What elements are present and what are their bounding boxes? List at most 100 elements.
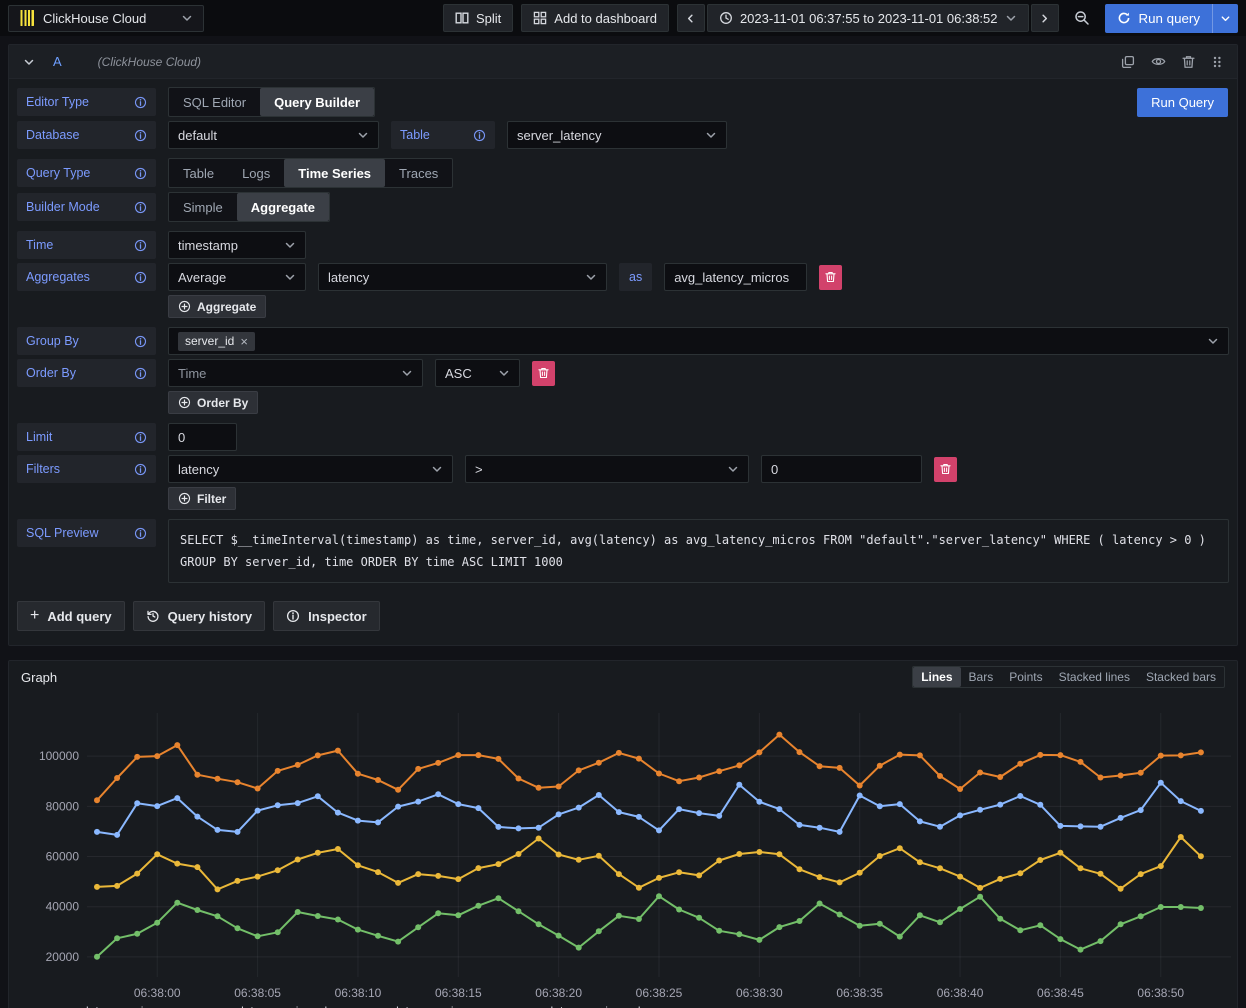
run-query-dropdown-caret[interactable] bbox=[1212, 4, 1238, 33]
split-button[interactable]: Split bbox=[443, 4, 513, 32]
plus-circle-icon bbox=[178, 492, 191, 505]
add-aggregate-button[interactable]: Aggregate bbox=[168, 295, 266, 318]
remove-filter-trash-icon[interactable] bbox=[934, 457, 957, 482]
graph-style-switch-option-stacked-lines[interactable]: Stacked lines bbox=[1051, 667, 1138, 687]
filter-value-input[interactable] bbox=[761, 455, 922, 483]
clickhouse-logo-icon bbox=[19, 10, 35, 26]
editor-type-label: Editor Type bbox=[17, 88, 156, 116]
filter-field-select[interactable]: latency bbox=[168, 455, 453, 483]
legend-label: avg_latency_micros c bbox=[370, 1004, 485, 1008]
aggregate-column-select[interactable]: latency bbox=[318, 263, 607, 291]
query-row-actions bbox=[1121, 54, 1223, 69]
svg-text:06:38:25: 06:38:25 bbox=[636, 986, 683, 1000]
legend-label: avg_latency_micros b bbox=[215, 1004, 331, 1008]
query-datasource-hint: (ClickHouse Cloud) bbox=[98, 55, 201, 69]
zoom-out-icon[interactable] bbox=[1067, 4, 1097, 32]
duplicate-query-icon[interactable] bbox=[1121, 55, 1135, 69]
time-range-picker[interactable]: 2023-11-01 06:37:55 to 2023-11-01 06:38:… bbox=[707, 4, 1029, 32]
info-circle-icon bbox=[286, 609, 300, 623]
editor-run-query-button[interactable]: Run Query bbox=[1137, 88, 1228, 117]
group-by-chip[interactable]: server_id × bbox=[178, 332, 255, 351]
chevron-down-icon bbox=[401, 367, 413, 379]
time-shift-back-button[interactable] bbox=[677, 4, 705, 32]
table-select[interactable]: server_latency bbox=[507, 121, 727, 149]
info-icon[interactable] bbox=[134, 431, 147, 444]
drag-handle-grip-icon[interactable] bbox=[1211, 55, 1223, 69]
query-history-button[interactable]: Query history bbox=[133, 601, 266, 631]
svg-text:06:38:00: 06:38:00 bbox=[134, 986, 181, 1000]
query-type-switch-option-traces[interactable]: Traces bbox=[385, 159, 452, 187]
legend-item-avg_latency_micros-b[interactable]: avg_latency_micros b bbox=[194, 1004, 331, 1008]
group-by-multiselect[interactable]: server_id × bbox=[168, 327, 1229, 355]
hide-query-eye-icon[interactable] bbox=[1151, 54, 1166, 69]
info-icon[interactable] bbox=[134, 96, 147, 109]
grafana-explore-page: ClickHouse Cloud Split Add to dashboard bbox=[0, 0, 1246, 1008]
svg-text:20000: 20000 bbox=[46, 950, 80, 964]
editor-type-switch-option-query-builder[interactable]: Query Builder bbox=[260, 88, 374, 116]
delete-query-trash-icon[interactable] bbox=[1182, 55, 1195, 69]
chart-svg: 2000040000600008000010000006:38:0006:38:… bbox=[9, 693, 1237, 1003]
add-filter-button[interactable]: Filter bbox=[168, 487, 236, 510]
datasource-picker[interactable]: ClickHouse Cloud bbox=[8, 5, 204, 32]
timeseries-chart[interactable]: 2000040000600008000010000006:38:0006:38:… bbox=[9, 693, 1237, 1006]
graph-style-switch-option-lines[interactable]: Lines bbox=[913, 667, 960, 687]
query-type-switch-option-time-series[interactable]: Time Series bbox=[284, 159, 385, 187]
svg-text:80000: 80000 bbox=[46, 800, 80, 814]
order-by-direction-select[interactable]: ASC bbox=[435, 359, 520, 387]
add-query-button[interactable]: + Add query bbox=[17, 601, 125, 631]
remove-aggregate-trash-icon[interactable] bbox=[819, 265, 842, 290]
run-query-button[interactable]: Run query bbox=[1105, 4, 1213, 33]
legend-item-avg_latency_micros-a[interactable]: avg_latency_micros a bbox=[39, 1004, 176, 1008]
collapse-chevron-icon[interactable] bbox=[23, 56, 35, 68]
time-picker-group: 2023-11-01 06:37:55 to 2023-11-01 06:38:… bbox=[677, 4, 1059, 32]
aggregate-alias-input[interactable] bbox=[664, 263, 807, 291]
svg-text:06:38:40: 06:38:40 bbox=[937, 986, 984, 1000]
info-icon[interactable] bbox=[134, 335, 147, 348]
remove-order-by-trash-icon[interactable] bbox=[532, 361, 555, 386]
graph-style-switch-option-bars[interactable]: Bars bbox=[961, 667, 1002, 687]
time-shift-forward-button[interactable] bbox=[1031, 4, 1059, 32]
database-select[interactable]: default bbox=[168, 121, 379, 149]
clock-icon bbox=[719, 11, 733, 25]
add-to-dashboard-button[interactable]: Add to dashboard bbox=[521, 4, 669, 32]
editor-type-switch-option-sql-editor[interactable]: SQL Editor bbox=[169, 88, 260, 116]
filter-operator-select[interactable]: > bbox=[465, 455, 749, 483]
aggregate-function-select[interactable]: Average bbox=[168, 263, 306, 291]
info-icon[interactable] bbox=[134, 239, 147, 252]
inspector-button[interactable]: Inspector bbox=[273, 601, 380, 631]
info-icon[interactable] bbox=[134, 129, 147, 142]
legend-item-avg_latency_micros-c[interactable]: avg_latency_micros c bbox=[349, 1004, 485, 1008]
legend-item-avg_latency_micros-d[interactable]: avg_latency_micros d bbox=[504, 1004, 641, 1008]
info-icon[interactable] bbox=[473, 129, 486, 142]
info-icon[interactable] bbox=[134, 367, 147, 380]
info-icon[interactable] bbox=[134, 527, 147, 540]
info-icon[interactable] bbox=[134, 271, 147, 284]
refresh-icon bbox=[1117, 11, 1131, 25]
chevron-down-icon bbox=[585, 271, 597, 283]
svg-text:06:38:35: 06:38:35 bbox=[836, 986, 883, 1000]
limit-input[interactable] bbox=[168, 423, 237, 451]
time-column-select[interactable]: timestamp bbox=[168, 231, 306, 259]
graph-style-switch-option-stacked-bars[interactable]: Stacked bars bbox=[1138, 667, 1224, 687]
info-icon[interactable] bbox=[134, 463, 147, 476]
chevron-down-icon bbox=[284, 239, 296, 251]
svg-text:06:38:45: 06:38:45 bbox=[1037, 986, 1084, 1000]
query-row-header[interactable]: A (ClickHouse Cloud) bbox=[9, 45, 1237, 79]
builder-mode-switch-option-aggregate[interactable]: Aggregate bbox=[237, 193, 329, 221]
svg-text:40000: 40000 bbox=[46, 900, 80, 914]
x-axis-labels: 06:38:0006:38:0506:38:1006:38:1506:38:20… bbox=[134, 986, 1185, 1000]
remove-chip-icon[interactable]: × bbox=[240, 334, 248, 349]
graph-style-switch-option-points[interactable]: Points bbox=[1001, 667, 1050, 687]
graph-panel-title: Graph bbox=[21, 670, 57, 685]
explore-toolbar: ClickHouse Cloud Split Add to dashboard bbox=[0, 0, 1246, 36]
graph-panel-header: Graph LinesBarsPointsStacked linesStacke… bbox=[9, 661, 1237, 693]
add-order-by-button[interactable]: Order By bbox=[168, 391, 258, 414]
query-type-switch-option-table[interactable]: Table bbox=[169, 159, 228, 187]
chevron-down-icon bbox=[727, 463, 739, 475]
builder-mode-switch-option-simple[interactable]: Simple bbox=[169, 193, 237, 221]
svg-text:06:38:50: 06:38:50 bbox=[1137, 986, 1184, 1000]
order-by-field-select[interactable]: Time bbox=[168, 359, 423, 387]
query-type-switch-option-logs[interactable]: Logs bbox=[228, 159, 284, 187]
info-icon[interactable] bbox=[134, 167, 147, 180]
info-icon[interactable] bbox=[134, 201, 147, 214]
